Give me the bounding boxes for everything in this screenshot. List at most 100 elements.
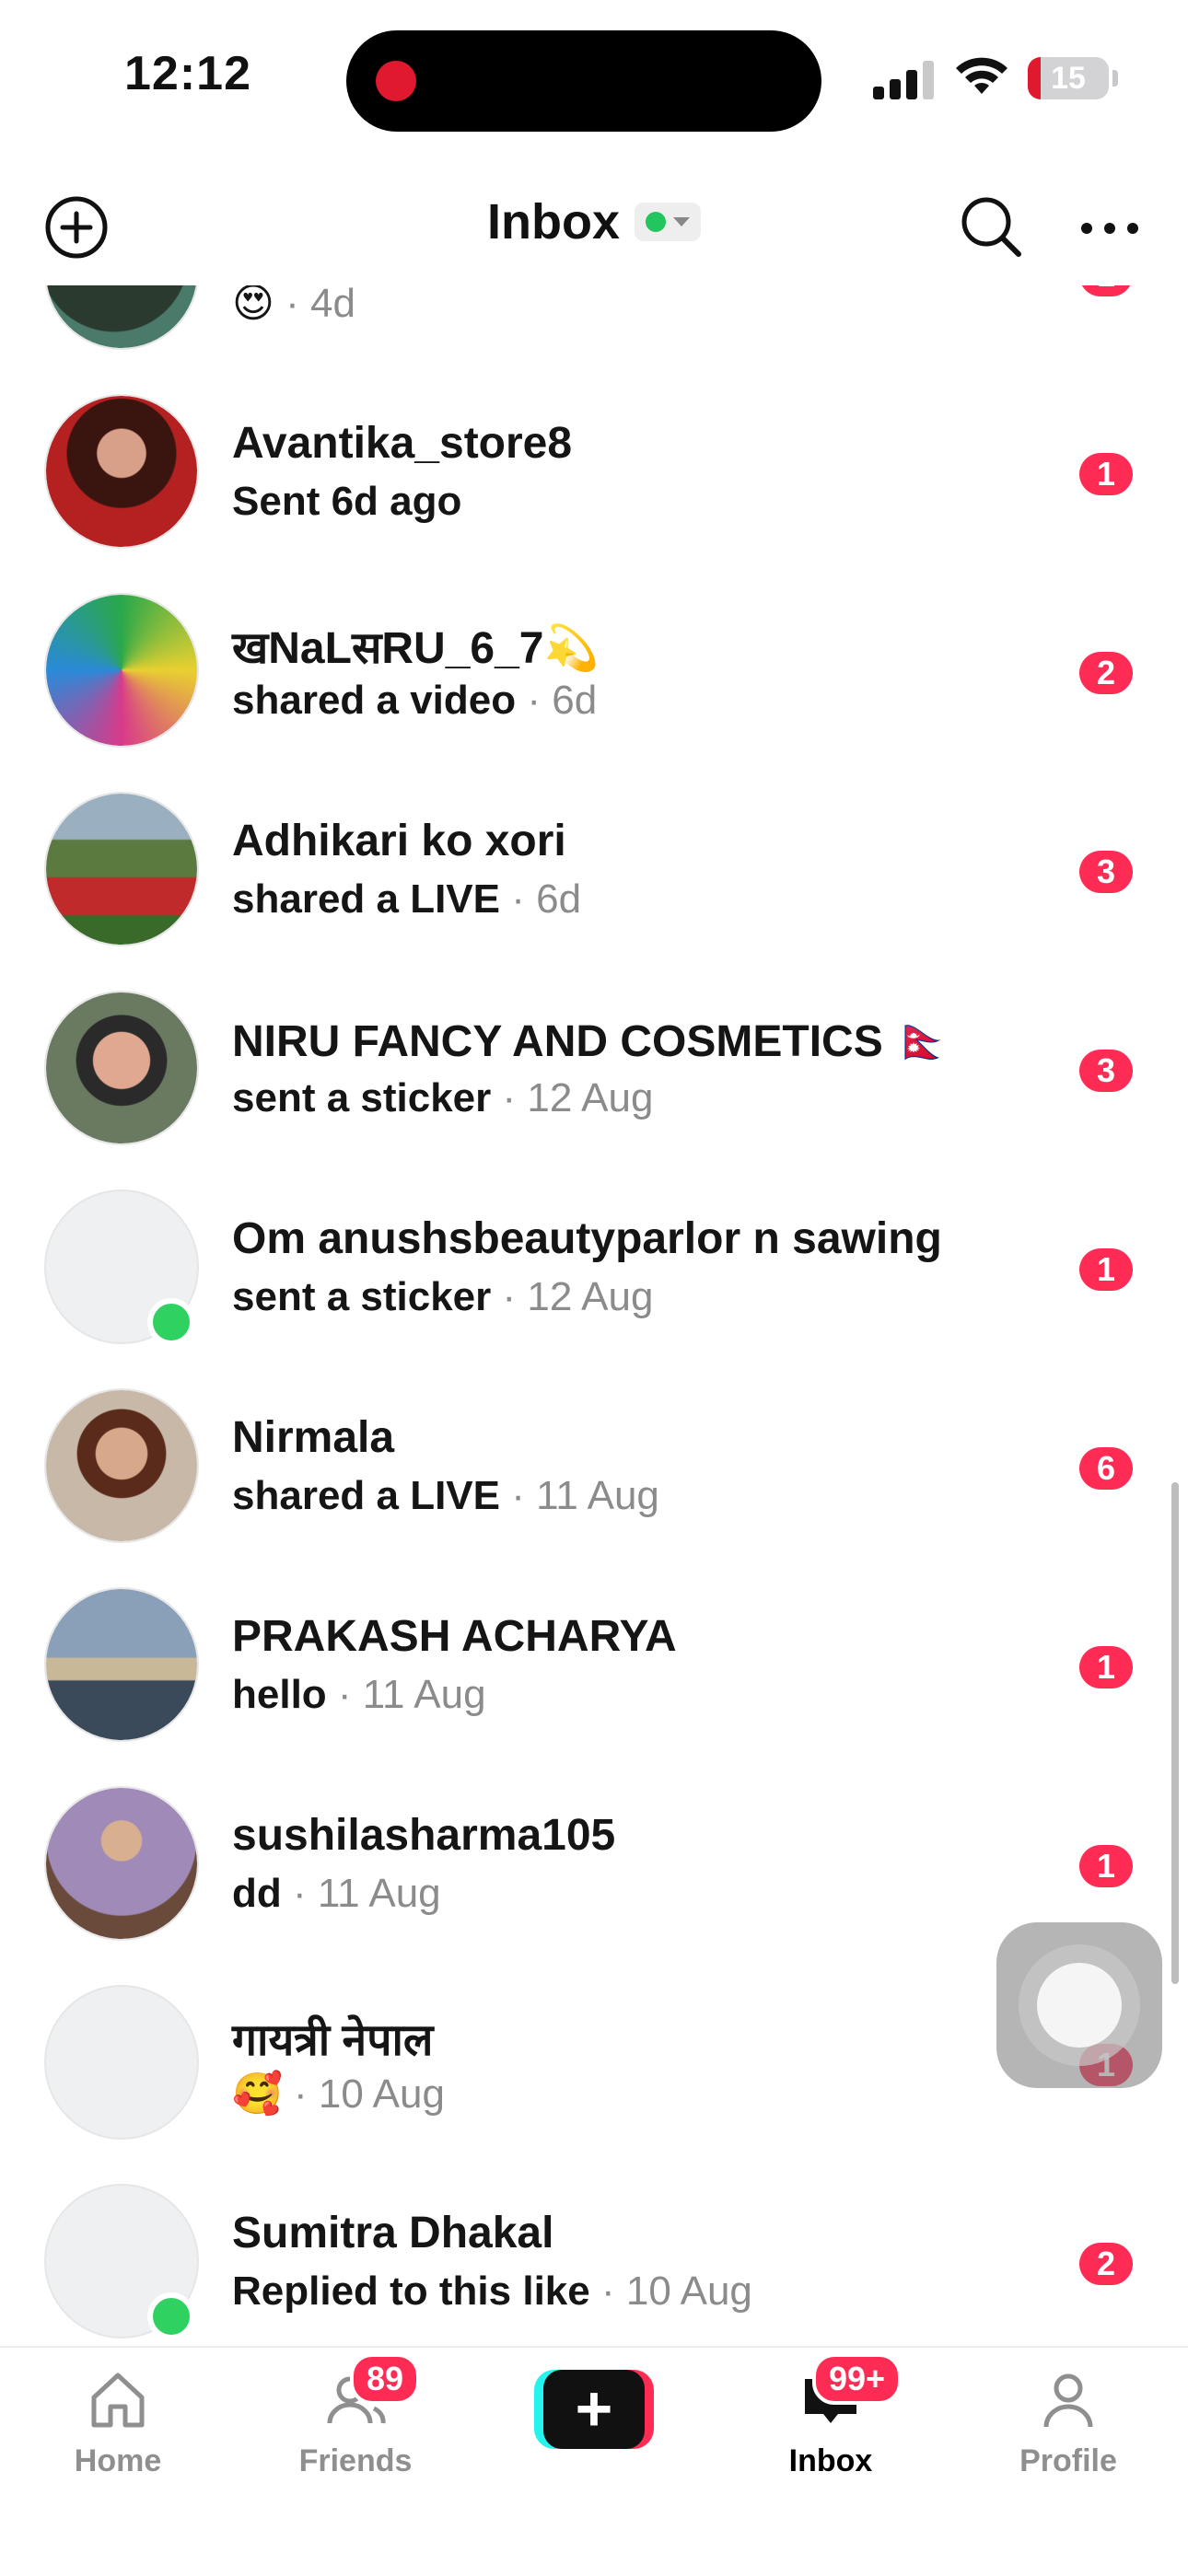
contact-name: खNaLसRU_6_7💫 (232, 624, 600, 673)
conversation-row[interactable]: Nirmala shared a LIVE · 11 Aug 6 (0, 1359, 1188, 1558)
contact-name: NIRU FANCY AND COSMETICS 🇳🇵 (232, 1017, 950, 1066)
status-bar: 12:12 15 (0, 0, 1188, 157)
preview-time: · 11 Aug (281, 1871, 441, 1916)
message-preview: shared a LIVE · 6d (232, 876, 581, 922)
battery-icon: 15 (1028, 57, 1109, 99)
message-preview: sent a sticker · 12 Aug (232, 1075, 653, 1121)
message-preview: Replied to this like · 10 Aug (232, 2269, 752, 2315)
tab-friends[interactable]: 89 Friends (263, 2348, 448, 2532)
contact-name: Adhikari ko xori (232, 817, 566, 865)
conversation-row[interactable]: Sumitra Dhakal Replied to this like · 10… (0, 2154, 1188, 2346)
status-time: 12:12 (124, 47, 251, 100)
contact-name: गायत्री नेपाल (232, 2016, 434, 2065)
friends-badge: 89 (350, 2353, 421, 2405)
conversation-row[interactable]: खNaLसRU_6_7💫 shared a video · 6d 2 (0, 563, 1188, 762)
conversation-row[interactable]: PRAKASH ACHARYA hello · 11 Aug 1 (0, 1558, 1188, 1757)
preview-time: · 4d (274, 281, 355, 326)
avatar[interactable] (44, 394, 199, 549)
message-preview: 😍 · 4d (232, 280, 355, 327)
conversation-row[interactable]: sushilasharma105 dd · 11 Aug 1 (0, 1757, 1188, 1955)
preview-action: Sent 6d ago (232, 479, 462, 524)
preview-time: · 10 Aug (282, 2071, 445, 2117)
preview-action: sent a sticker (232, 1075, 492, 1120)
scrollbar[interactable] (1171, 1482, 1179, 1984)
unread-badge: 3 (1079, 1050, 1133, 1092)
conversation-row[interactable]: NIRU FANCY AND COSMETICS 🇳🇵 sent a stick… (0, 961, 1188, 1160)
tab-inbox[interactable]: 99+ Inbox (739, 2348, 923, 2532)
preview-time: · 11 Aug (326, 1672, 486, 1717)
online-status-dot (147, 1298, 195, 1346)
tab-profile-label: Profile (1019, 2443, 1117, 2478)
message-preview: dd · 11 Aug (232, 1871, 441, 1917)
preview-action: sent a sticker (232, 1274, 492, 1319)
avatar[interactable] (44, 1985, 199, 2140)
tab-inbox-label: Inbox (788, 2443, 873, 2478)
preview-time: · 12 Aug (491, 1075, 654, 1120)
preview-action: shared a LIVE (232, 1473, 501, 1518)
avatar[interactable] (44, 593, 199, 748)
contact-name: Nirmala (232, 1413, 395, 1462)
preview-time: · 6d (516, 678, 598, 723)
battery-nub (1112, 70, 1118, 87)
preview-action: Replied to this like (232, 2269, 590, 2314)
avatar[interactable] (44, 991, 199, 1145)
unread-badge: 3 (1079, 851, 1133, 893)
tab-home[interactable]: Home (26, 2348, 210, 2532)
inbox-header: Inbox (0, 166, 1188, 285)
message-preview: sent a sticker · 12 Aug (232, 1274, 653, 1320)
tab-profile[interactable]: Profile (976, 2348, 1160, 2532)
conversation-row[interactable]: Avantika_store8 Sent 6d ago 1 (0, 365, 1188, 563)
preview-action: shared a LIVE (232, 876, 501, 922)
preview-action: shared a video (232, 678, 517, 723)
avatar[interactable] (44, 1786, 199, 1941)
avatar[interactable] (44, 1587, 199, 1742)
plus-icon: + (543, 2370, 645, 2449)
contact-name: Om anushsbeautyparlor n sawing (232, 1214, 942, 1263)
unread-badge: 1 (1079, 1646, 1133, 1688)
unread-badge: 2 (1079, 2243, 1133, 2285)
contact-name: sushilasharma105 (232, 1811, 616, 1860)
avatar[interactable] (44, 792, 199, 946)
profile-icon (1043, 2373, 1093, 2428)
conversation-row[interactable]: Adhikari ko xori shared a LIVE · 6d 3 (0, 762, 1188, 961)
unread-badge: 2 (1079, 652, 1133, 694)
contact-name: Sumitra Dhakal (232, 2209, 554, 2257)
page-title: Inbox (487, 194, 620, 249)
unread-badge: 1 (1079, 453, 1133, 495)
bottom-tab-bar: Home 89 Friends + 99+ Inbox Profile (0, 2346, 1188, 2576)
recording-indicator-icon (376, 61, 416, 101)
contact-name: PRAKASH ACHARYA (232, 1612, 677, 1661)
inbox-badge: 99+ (812, 2353, 903, 2405)
preview-time: · 11 Aug (500, 1473, 659, 1518)
more-options-icon[interactable] (1077, 219, 1142, 238)
chevron-down-icon (673, 217, 690, 226)
preview-action: 🥰 (232, 2071, 283, 2118)
assistive-touch-button[interactable] (996, 1922, 1162, 2088)
unread-badge: 1 (1079, 1248, 1133, 1291)
dynamic-island (346, 30, 821, 132)
tab-home-label: Home (74, 2443, 162, 2478)
online-status-dot (147, 2292, 195, 2340)
message-preview: shared a LIVE · 11 Aug (232, 1473, 659, 1519)
tab-friends-label: Friends (298, 2443, 413, 2478)
message-preview: 🥰 · 10 Aug (232, 2070, 445, 2118)
message-preview: Sent 6d ago (232, 479, 461, 525)
create-button[interactable]: + (534, 2370, 654, 2449)
online-dot-icon (646, 212, 666, 232)
online-status-toggle[interactable] (635, 203, 701, 241)
preview-time: · 10 Aug (589, 2269, 752, 2314)
preview-action: hello (232, 1672, 327, 1717)
avatar[interactable] (44, 1388, 199, 1543)
unread-badge: 6 (1079, 1447, 1133, 1490)
message-preview: hello · 11 Aug (232, 1672, 486, 1718)
unread-badge: 1 (1079, 1845, 1133, 1887)
contact-name: Avantika_store8 (232, 419, 573, 468)
battery-percentage: 15 (1051, 61, 1086, 96)
assistive-touch-center (1037, 1963, 1122, 2048)
preview-time: · 6d (500, 876, 582, 922)
search-icon[interactable] (958, 193, 1024, 260)
preview-action: 😍 (232, 280, 274, 327)
wifi-icon (956, 57, 1007, 94)
message-preview: shared a video · 6d (232, 678, 597, 724)
conversation-row[interactable]: Om anushsbeautyparlor n sawing sent a st… (0, 1160, 1188, 1359)
